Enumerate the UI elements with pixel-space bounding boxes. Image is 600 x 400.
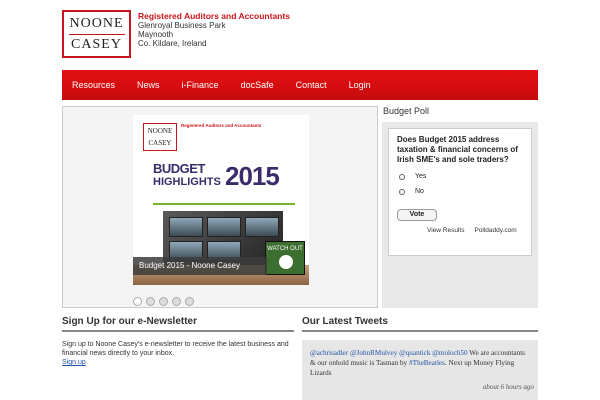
slider-dot-3[interactable] bbox=[159, 297, 168, 306]
radio-icon[interactable] bbox=[399, 188, 405, 195]
cube-cell bbox=[169, 217, 203, 237]
address-line-3: Co. Kildare, Ireland bbox=[138, 39, 207, 48]
poll-option-label: No bbox=[415, 188, 424, 195]
vote-button[interactable]: Vote bbox=[397, 209, 437, 221]
newsletter-title: Sign Up for our e-Newsletter bbox=[62, 316, 198, 327]
slider-dot-4[interactable] bbox=[172, 297, 181, 306]
logo[interactable]: NOONE CASEY bbox=[62, 10, 131, 58]
play-icon[interactable] bbox=[279, 255, 293, 269]
tweet-time[interactable]: about 6 hours ago bbox=[483, 382, 534, 392]
slide-caption: Budget 2015 - Noone Casey bbox=[133, 257, 267, 275]
poll-card: Does Budget 2015 address taxation & fina… bbox=[388, 128, 532, 256]
slider-dots bbox=[133, 297, 194, 306]
tweet-hashtag[interactable]: #TheBeatles bbox=[409, 359, 445, 367]
nav-login[interactable]: Login bbox=[349, 80, 371, 90]
main-nav: Resources News i-Finance docSafe Contact… bbox=[62, 70, 538, 100]
tweet-handles[interactable]: @achrisadler @JohnRMulvey @quantick @mol… bbox=[310, 349, 468, 357]
tweets-title: Our Latest Tweets bbox=[302, 316, 388, 327]
tweets-rule bbox=[302, 330, 538, 332]
slide-logo-top: NOONE bbox=[147, 127, 173, 135]
poll-option-no[interactable]: No bbox=[399, 188, 523, 195]
cube-cell bbox=[245, 217, 279, 237]
poll-option-yes[interactable]: Yes bbox=[399, 173, 523, 180]
address-line-1: Glenroyal Business Park bbox=[138, 21, 226, 30]
newsletter-rule bbox=[62, 330, 294, 332]
newsletter-text: Sign up to Noone Casey's e-newsletter to… bbox=[62, 340, 294, 367]
address-line-2: Maynooth bbox=[138, 30, 174, 39]
newsletter-body: Sign up to Noone Casey's e-newsletter to… bbox=[62, 341, 289, 357]
image-slider: NOONE CASEY Registered Auditors and Acco… bbox=[62, 106, 378, 308]
budget-highlights-title: BUDGET HIGHLIGHTS 2015 bbox=[153, 161, 293, 201]
nav-i-finance[interactable]: i-Finance bbox=[182, 80, 219, 90]
slide-firm-label-text: Registered Auditors and Accountants bbox=[181, 123, 262, 128]
slider-dot-1[interactable] bbox=[133, 297, 142, 306]
slide-firm-label: Registered Auditors and Accountants bbox=[181, 123, 261, 128]
poll-links: View Results Polldaddy.com bbox=[397, 227, 523, 234]
poll-title: Budget Poll bbox=[383, 106, 430, 116]
slide-header: NOONE CASEY Registered Auditors and Acco… bbox=[133, 115, 309, 155]
poll-widget: Does Budget 2015 address taxation & fina… bbox=[382, 122, 538, 308]
slide-logo-bottom: CASEY bbox=[148, 139, 172, 147]
poll-option-label: Yes bbox=[415, 173, 427, 180]
polldaddy-link[interactable]: Polldaddy.com bbox=[474, 227, 516, 234]
nav-contact[interactable]: Contact bbox=[296, 80, 327, 90]
cube-cell bbox=[207, 217, 241, 237]
slider-dot-5[interactable] bbox=[185, 297, 194, 306]
nav-news[interactable]: News bbox=[137, 80, 160, 90]
slide-logo: NOONE CASEY bbox=[143, 123, 177, 151]
header-info: Registered Auditors and Accountants Glen… bbox=[138, 11, 290, 49]
logo-top-text: NOONE bbox=[69, 15, 124, 31]
nav-resources[interactable]: Resources bbox=[72, 80, 115, 90]
green-divider bbox=[153, 203, 295, 205]
nav-docsafe[interactable]: docSafe bbox=[241, 80, 274, 90]
radio-icon[interactable] bbox=[399, 173, 405, 180]
budget-year: 2015 bbox=[225, 161, 280, 191]
newsletter-signup-link[interactable]: Sign up bbox=[62, 359, 86, 366]
view-results-link[interactable]: View Results bbox=[427, 227, 464, 234]
logo-bottom-text: CASEY bbox=[71, 36, 122, 52]
poll-question: Does Budget 2015 address taxation & fina… bbox=[397, 135, 518, 164]
logo-rule bbox=[68, 33, 125, 35]
tagline: Registered Auditors and Accountants bbox=[138, 11, 290, 21]
slider-dot-2[interactable] bbox=[146, 297, 155, 306]
tweet-item: @achrisadler @JohnRMulvey @quantick @mol… bbox=[302, 340, 538, 400]
